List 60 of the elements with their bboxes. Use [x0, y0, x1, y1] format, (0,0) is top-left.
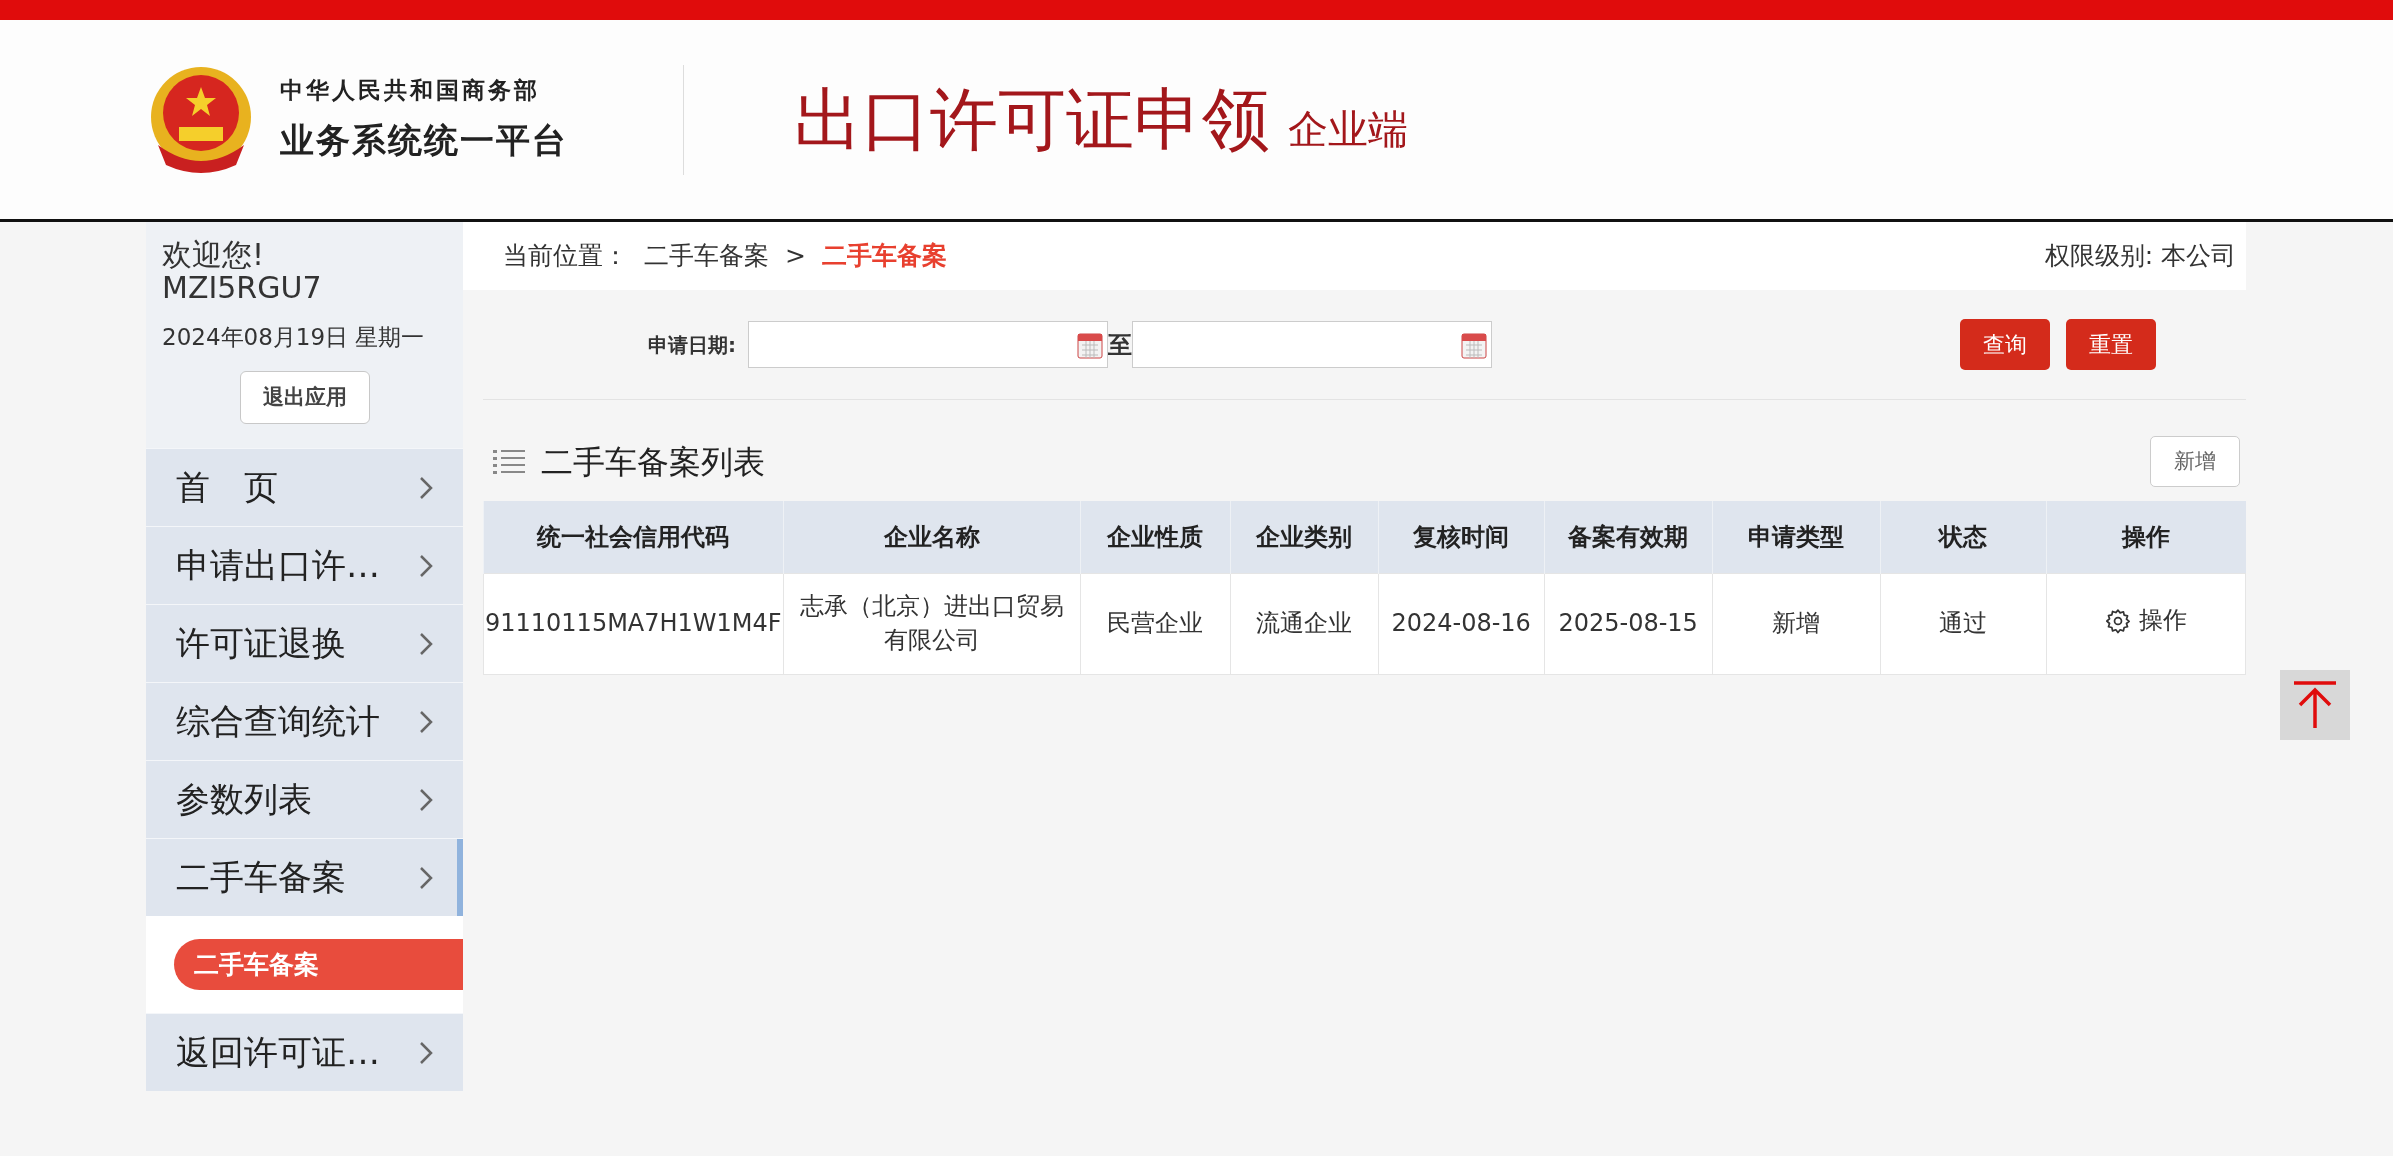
- app-subtitle: 企业端: [1288, 104, 1408, 154]
- sidebar-item[interactable]: 许可证退换: [146, 604, 463, 682]
- calendar-icon[interactable]: [1077, 330, 1103, 359]
- calendar-icon[interactable]: [1461, 330, 1487, 359]
- chevron-right-icon: [419, 865, 433, 890]
- sidebar-item[interactable]: 综合查询统计: [146, 682, 463, 760]
- back-to-top-button[interactable]: [2280, 670, 2350, 740]
- column-header: 备案有效期: [1544, 501, 1713, 573]
- column-header: 统一社会信用代码: [483, 501, 784, 573]
- reset-button[interactable]: 重置: [2066, 319, 2156, 370]
- app-title: 出口许可证申领: [794, 78, 1270, 161]
- column-header: 状态: [1880, 501, 2047, 573]
- list-icon: [493, 448, 525, 475]
- table-cell: 新增: [1712, 573, 1881, 674]
- table-cell: 志承（北京）进出口贸易有限公司: [783, 573, 1081, 674]
- sidebar-item[interactable]: 二手车备案: [146, 838, 463, 916]
- breadcrumb-link[interactable]: 二手车备案: [644, 237, 769, 275]
- breadcrumb-current: 二手车备案: [821, 240, 947, 273]
- settings-icon: [2104, 607, 2131, 634]
- to-label: 至: [1108, 329, 1132, 361]
- sidebar-item[interactable]: 首 页: [146, 448, 463, 526]
- breadcrumb-label: 当前位置：: [503, 240, 628, 273]
- chevron-right-icon: [419, 787, 433, 812]
- chevron-right-icon: [419, 709, 433, 734]
- date-text: 2024年08月19日 星期一: [162, 323, 426, 352]
- user-name: MZI5RGU7: [162, 271, 323, 304]
- list-title: 二手车备案列表: [541, 441, 765, 483]
- org-name: 中华人民共和国商务部: [280, 75, 541, 105]
- table-cell: 民营企业: [1080, 573, 1231, 674]
- column-header: 申请类型: [1712, 501, 1881, 573]
- column-header: 企业性质: [1080, 501, 1231, 573]
- date-field[interactable]: [1132, 321, 1492, 368]
- table-cell: 2024-08-16: [1378, 573, 1545, 674]
- platform-name: 业务系统统一平台: [280, 119, 568, 163]
- breadcrumb-separator: >: [785, 240, 806, 273]
- table-cell: 流通企业: [1230, 573, 1379, 674]
- column-header: 企业名称: [783, 501, 1081, 573]
- table-cell: 2025-08-15: [1544, 573, 1713, 674]
- logout-button[interactable]: 退出应用: [239, 370, 370, 424]
- sidebar-item[interactable]: 申请出口许…: [146, 526, 463, 604]
- sidebar-item[interactable]: 返回许可证…: [146, 1013, 463, 1091]
- sidebar-item[interactable]: 参数列表: [146, 760, 463, 838]
- table-cell: 通过: [1880, 573, 2047, 674]
- sidebar-subitem[interactable]: 二手车备案: [174, 939, 463, 990]
- welcome-text: 欢迎您!: [162, 238, 266, 271]
- table-cell: 91110115MA7H1W1M4F: [483, 573, 784, 674]
- date-label: 申请日期:: [647, 331, 737, 359]
- chevron-right-icon: [419, 475, 433, 500]
- query-button[interactable]: 查询: [1960, 319, 2050, 370]
- column-header: 操作: [2046, 501, 2246, 573]
- chevron-right-icon: [419, 1040, 433, 1065]
- add-button[interactable]: 新增: [2150, 436, 2240, 487]
- chevron-right-icon: [419, 553, 433, 578]
- column-header: 企业类别: [1230, 501, 1379, 573]
- permission-level: 权限级别: 本公司: [2044, 240, 2236, 273]
- column-header: 复核时间: [1378, 501, 1545, 573]
- action-link[interactable]: 操作: [2138, 603, 2187, 638]
- chevron-right-icon: [419, 631, 433, 656]
- arrow-up-icon: [2292, 680, 2338, 730]
- date-field[interactable]: [748, 321, 1108, 368]
